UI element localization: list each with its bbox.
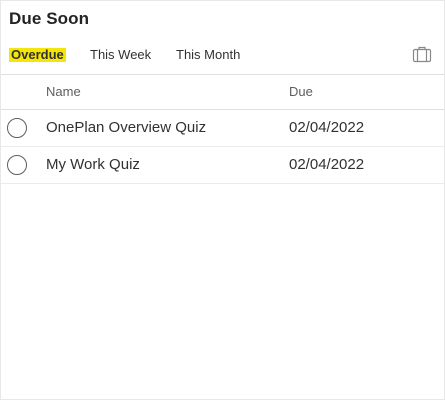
table-header: Name Due xyxy=(1,74,444,110)
due-soon-widget: Due Soon Overdue This Week This Month Na… xyxy=(0,0,445,400)
item-name[interactable]: My Work Quiz xyxy=(46,156,140,173)
column-header-name[interactable]: Name xyxy=(46,84,81,99)
widget-title: Due Soon xyxy=(9,9,90,28)
tab-overdue[interactable]: Overdue xyxy=(9,48,66,62)
complete-radio[interactable] xyxy=(7,118,27,138)
tab-this-week[interactable]: This Week xyxy=(90,45,151,65)
table-row[interactable]: OnePlan Overview Quiz 02/04/2022 xyxy=(1,110,444,147)
complete-radio[interactable] xyxy=(7,155,27,175)
item-due-date: 02/04/2022 xyxy=(289,119,365,136)
item-due-date: 02/04/2022 xyxy=(289,156,365,173)
table-row[interactable]: My Work Quiz 02/04/2022 xyxy=(1,147,444,184)
column-header-due[interactable]: Due xyxy=(289,84,313,99)
item-name[interactable]: OnePlan Overview Quiz xyxy=(46,119,206,136)
briefcase-icon[interactable] xyxy=(412,45,432,63)
filter-tabs: Overdue This Week This Month xyxy=(1,45,444,65)
tab-this-month[interactable]: This Month xyxy=(176,45,240,65)
